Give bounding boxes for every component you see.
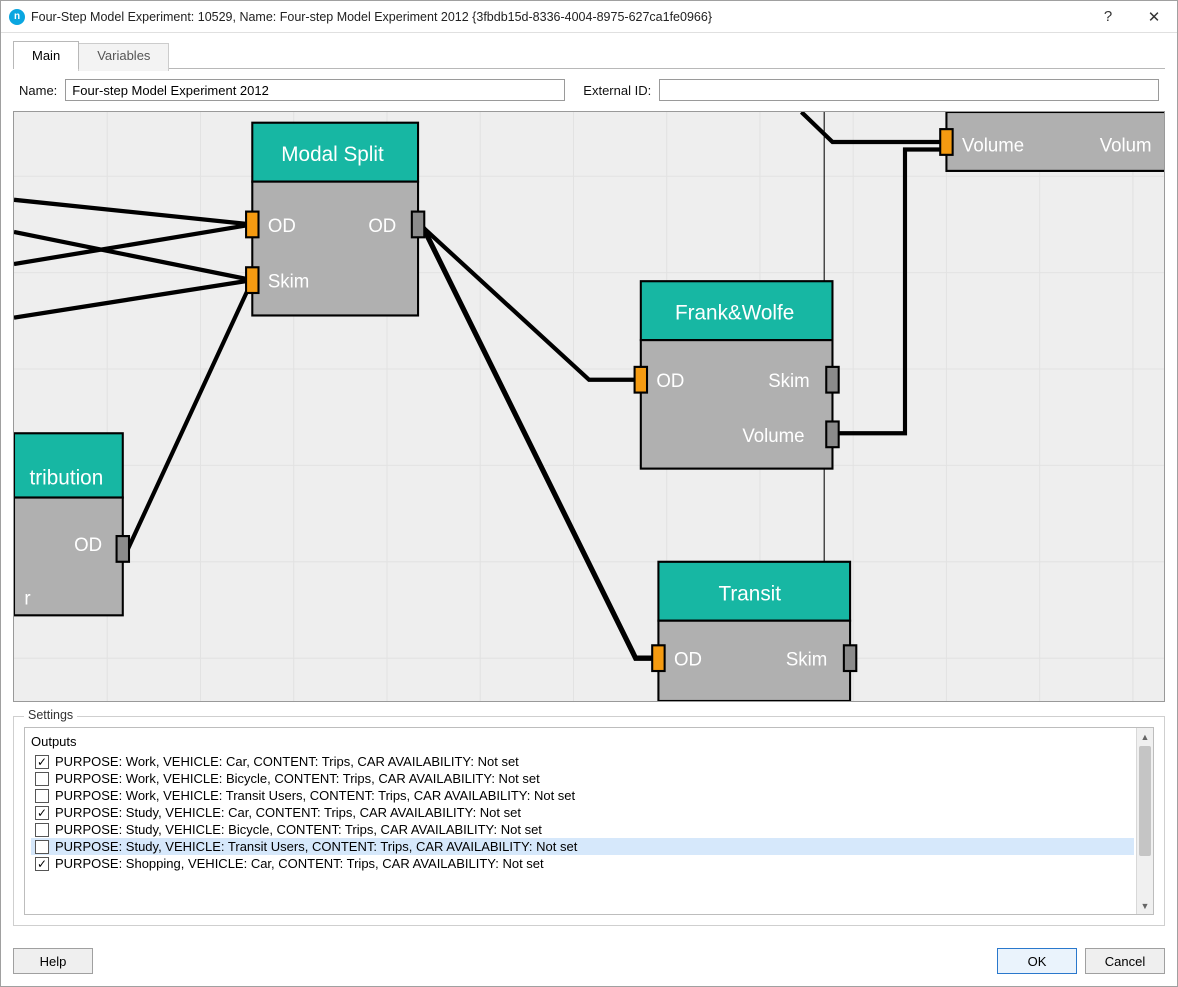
port-label: OD bbox=[368, 216, 396, 237]
output-checkbox[interactable] bbox=[35, 840, 49, 854]
output-label: PURPOSE: Work, VEHICLE: Car, CONTENT: Tr… bbox=[55, 754, 519, 769]
port-label: OD bbox=[656, 371, 684, 392]
node-transit[interactable]: Transit OD Skim bbox=[652, 562, 856, 701]
scrollbar-thumb[interactable] bbox=[1139, 746, 1151, 856]
help-button[interactable]: Help bbox=[13, 948, 93, 974]
node-volume-sink[interactable]: Volume Volum bbox=[940, 112, 1164, 171]
cancel-button[interactable]: Cancel bbox=[1085, 948, 1165, 974]
port-label: Volum bbox=[1100, 135, 1152, 156]
port-label: OD bbox=[268, 216, 296, 237]
output-row[interactable]: PURPOSE: Study, VEHICLE: Bicycle, CONTEN… bbox=[31, 821, 1134, 838]
port-label: Volume bbox=[742, 426, 804, 447]
node-modal-split-title: Modal Split bbox=[281, 143, 384, 166]
port-out-od[interactable] bbox=[412, 212, 424, 238]
scrollbar-up-icon[interactable]: ▲ bbox=[1137, 728, 1153, 745]
dialog-footer: Help OK Cancel bbox=[1, 938, 1177, 986]
canvas-grid bbox=[14, 112, 1164, 701]
vertical-scrollbar[interactable]: ▲ ▼ bbox=[1136, 728, 1153, 914]
output-checkbox[interactable]: ✓ bbox=[35, 857, 49, 871]
output-row[interactable]: ✓ PURPOSE: Study, VEHICLE: Car, CONTENT: … bbox=[31, 804, 1134, 821]
port-label: Skim bbox=[768, 371, 809, 392]
port-label: Skim bbox=[786, 649, 827, 670]
help-titlebar-button[interactable]: ? bbox=[1085, 1, 1131, 33]
output-row[interactable]: ✓ PURPOSE: Work, VEHICLE: Car, CONTENT: T… bbox=[31, 753, 1134, 770]
port-in-volume[interactable] bbox=[940, 129, 952, 155]
port-label: Volume bbox=[962, 135, 1024, 156]
output-row[interactable]: PURPOSE: Work, VEHICLE: Transit Users, C… bbox=[31, 787, 1134, 804]
output-label: PURPOSE: Work, VEHICLE: Bicycle, CONTENT… bbox=[55, 771, 540, 786]
output-checkbox[interactable] bbox=[35, 772, 49, 786]
external-id-field[interactable] bbox=[659, 79, 1159, 101]
settings-legend: Settings bbox=[24, 708, 77, 722]
node-distribution[interactable]: tribution OD r bbox=[14, 433, 129, 615]
outputs-box: Outputs ✓ PURPOSE: Work, VEHICLE: Car, CO… bbox=[24, 727, 1154, 915]
window-title: Four-Step Model Experiment: 10529, Name:… bbox=[31, 10, 1085, 24]
name-label: Name: bbox=[19, 83, 57, 98]
output-label: PURPOSE: Study, VEHICLE: Transit Users, … bbox=[55, 839, 577, 854]
node-frank-wolfe[interactable]: Frank&Wolfe OD Skim Volume bbox=[635, 281, 839, 468]
external-id-label: External ID: bbox=[583, 83, 651, 98]
settings-group: Settings Outputs ✓PURPOSE: Work, VEHICLE… bbox=[13, 716, 1165, 926]
output-row[interactable]: ✓ PURPOSE: Shopping, VEHICLE: Car, CONTEN… bbox=[31, 855, 1134, 872]
tab-strip: Main Variables bbox=[13, 41, 1165, 69]
output-label: PURPOSE: Work, VEHICLE: Transit Users, C… bbox=[55, 788, 575, 803]
output-label: PURPOSE: Shopping, VEHICLE: Car, CONTENT… bbox=[55, 856, 544, 871]
output-checkbox[interactable] bbox=[35, 789, 49, 803]
port-label: OD bbox=[674, 649, 702, 670]
port-label: Skim bbox=[268, 271, 309, 292]
output-checkbox[interactable]: ✓ bbox=[35, 806, 49, 820]
port-label-partial: r bbox=[24, 588, 30, 609]
output-label: PURPOSE: Study, VEHICLE: Car, CONTENT: T… bbox=[55, 805, 521, 820]
port-in-od[interactable] bbox=[652, 645, 664, 671]
app-icon: n bbox=[9, 9, 25, 25]
node-modal-split[interactable]: Modal Split OD Skim OD bbox=[246, 123, 424, 316]
tab-variables[interactable]: Variables bbox=[78, 43, 169, 71]
window-titlebar: n Four-Step Model Experiment: 10529, Nam… bbox=[1, 1, 1177, 33]
port-label-od: OD bbox=[74, 535, 102, 556]
port-in-od[interactable] bbox=[635, 367, 647, 393]
outputs-header: Outputs bbox=[31, 732, 1134, 753]
ok-button[interactable]: OK bbox=[997, 948, 1077, 974]
output-checkbox[interactable]: ✓ bbox=[35, 755, 49, 769]
form-row: Name: External ID: bbox=[13, 69, 1165, 111]
port-out-skim[interactable] bbox=[826, 367, 838, 393]
node-frank-wolfe-title: Frank&Wolfe bbox=[675, 301, 794, 324]
port-out[interactable] bbox=[117, 536, 129, 562]
port-in-od[interactable] bbox=[246, 212, 258, 238]
outputs-list[interactable]: Outputs ✓ PURPOSE: Work, VEHICLE: Car, CO… bbox=[25, 728, 1136, 914]
scrollbar-down-icon[interactable]: ▼ bbox=[1137, 897, 1153, 914]
output-row[interactable]: PURPOSE: Work, VEHICLE: Bicycle, CONTENT… bbox=[31, 770, 1134, 787]
port-out-volume[interactable] bbox=[826, 421, 838, 447]
diagram-canvas[interactable]: tribution OD r Modal Split OD Skim OD bbox=[13, 111, 1165, 702]
tab-main[interactable]: Main bbox=[13, 41, 79, 69]
name-field[interactable] bbox=[65, 79, 565, 101]
node-transit-title: Transit bbox=[719, 582, 782, 605]
close-titlebar-button[interactable]: ✕ bbox=[1131, 1, 1177, 33]
output-label: PURPOSE: Study, VEHICLE: Bicycle, CONTEN… bbox=[55, 822, 542, 837]
node-distribution-title: tribution bbox=[30, 466, 104, 489]
output-checkbox[interactable] bbox=[35, 823, 49, 837]
output-row[interactable]: PURPOSE: Study, VEHICLE: Transit Users, … bbox=[31, 838, 1134, 855]
port-in-skim[interactable] bbox=[246, 267, 258, 293]
port-out-skim[interactable] bbox=[844, 645, 856, 671]
